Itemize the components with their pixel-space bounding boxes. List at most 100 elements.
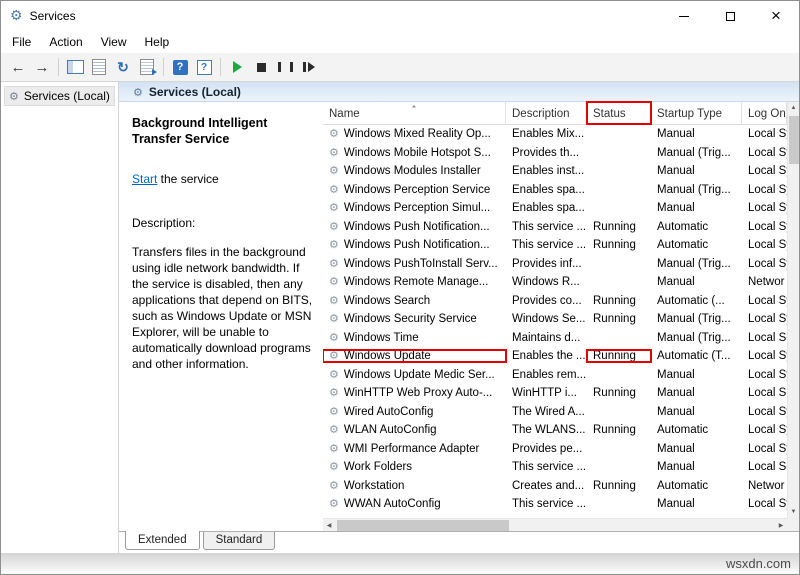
menu-file[interactable]: File xyxy=(3,32,40,52)
scroll-down-icon[interactable]: ▼ xyxy=(788,506,799,518)
help-icon[interactable] xyxy=(168,56,192,79)
tab-extended[interactable]: Extended xyxy=(125,531,200,550)
service-logon-cell: Local Sy xyxy=(748,442,787,455)
service-status-cell: Running xyxy=(593,479,636,492)
service-name-cell: Windows Search xyxy=(323,295,506,307)
service-gear-icon xyxy=(329,165,339,177)
horizontal-scrollbar-thumb[interactable] xyxy=(337,520,509,531)
toolbar-separator xyxy=(163,58,164,76)
horizontal-scrollbar[interactable]: ◀ ▶ xyxy=(323,518,787,531)
context-help-icon[interactable] xyxy=(192,56,216,79)
service-description-cell: Enables rem... xyxy=(512,368,587,381)
service-startup-cell: Manual (Trig... xyxy=(657,183,731,196)
table-row[interactable]: Windows Update Medic Ser... Enables rem..… xyxy=(323,366,787,385)
start-service-icon[interactable] xyxy=(225,56,249,79)
service-logon-cell: Local Sy xyxy=(748,239,787,252)
pane-gear-icon xyxy=(133,85,143,99)
service-name-cell: Windows Perception Simul... xyxy=(323,202,506,214)
toolbar xyxy=(1,53,799,82)
table-row[interactable]: WMI Performance Adapter Provides pe... Man… xyxy=(323,440,787,459)
table-row[interactable]: Windows Modules Installer Enables inst...… xyxy=(323,162,787,181)
scroll-up-icon[interactable]: ▲ xyxy=(788,102,799,114)
table-row[interactable]: Workstation Creates and... Running Automati… xyxy=(323,477,787,496)
minimize-button[interactable] xyxy=(661,1,707,31)
table-header-row: ▲ Name Description Status Startup Type Log On xyxy=(323,101,787,125)
service-gear-icon xyxy=(329,443,339,455)
refresh-icon[interactable] xyxy=(111,56,135,79)
service-gear-icon xyxy=(329,276,339,288)
service-name-label: WLAN AutoConfig xyxy=(343,424,437,437)
show-console-tree-icon[interactable] xyxy=(63,56,87,79)
close-button[interactable] xyxy=(753,1,799,31)
export-list-icon[interactable] xyxy=(135,56,159,79)
table-row[interactable]: Windows Push Notification... This service… xyxy=(323,236,787,255)
column-header-label: Startup Type xyxy=(657,108,722,120)
column-header-log-on[interactable]: Log On xyxy=(742,102,787,124)
table-row[interactable]: Windows Search Provides co... Running Autom… xyxy=(323,292,787,311)
column-header-name[interactable]: ▲ Name xyxy=(323,102,506,124)
table-row[interactable]: Wired AutoConfig The Wired A... Manual Loca… xyxy=(323,403,787,422)
tree-item-services-local[interactable]: Services (Local) xyxy=(4,86,115,106)
table-row[interactable]: Windows Remote Manage... Windows R... Manu… xyxy=(323,273,787,292)
column-header-startup-type[interactable]: Startup Type xyxy=(651,102,742,124)
column-header-description[interactable]: Description xyxy=(506,102,587,124)
menu-help[interactable]: Help xyxy=(136,32,179,52)
table-row[interactable]: WLAN AutoConfig The WLANS... Running Automa… xyxy=(323,421,787,440)
table-row[interactable]: WinHTTP Web Proxy Auto-... WinHTTP i... Ru… xyxy=(323,384,787,403)
vertical-scrollbar-thumb[interactable] xyxy=(789,116,799,164)
service-description-cell: Enables spa... xyxy=(512,183,585,196)
service-startup-cell: Manual xyxy=(657,387,695,400)
menu-action[interactable]: Action xyxy=(40,32,91,52)
service-startup-cell: Manual xyxy=(657,368,695,381)
service-name-label: Windows Perception Simul... xyxy=(343,202,491,215)
tab-standard[interactable]: Standard xyxy=(202,532,276,550)
forward-icon[interactable] xyxy=(30,56,54,79)
table-row[interactable]: Windows Mobile Hotspot S... Provides th..… xyxy=(323,144,787,163)
service-description-cell: This service ... xyxy=(512,220,587,233)
table-row[interactable]: WWAN AutoConfig This service ... Manual Loc… xyxy=(323,495,787,514)
scroll-right-icon[interactable]: ▶ xyxy=(775,519,787,531)
column-header-status[interactable]: Status xyxy=(586,101,652,125)
service-name-cell: Windows Push Notification... xyxy=(323,221,506,233)
table-row[interactable]: Windows Update Enables the ...Running Auto… xyxy=(323,347,787,366)
table-row[interactable]: Work Folders This service ... Manual Local … xyxy=(323,458,787,477)
stop-service-icon[interactable] xyxy=(249,56,273,79)
service-gear-icon xyxy=(329,369,339,381)
column-header-label: Log On xyxy=(748,108,786,120)
table-row[interactable]: Windows Push Notification... This service… xyxy=(323,218,787,237)
table-row[interactable]: Windows Mixed Reality Op... Enables Mix..… xyxy=(323,125,787,144)
scroll-left-icon[interactable]: ◀ xyxy=(323,519,335,531)
table-row[interactable]: Windows Security Service Windows Se... Run… xyxy=(323,310,787,329)
back-icon[interactable] xyxy=(6,56,30,79)
table-row[interactable]: Windows Perception Service Enables spa...… xyxy=(323,181,787,200)
service-startup-cell: Automatic xyxy=(657,220,709,233)
service-gear-icon xyxy=(329,480,339,492)
service-name-cell: WMI Performance Adapter xyxy=(323,443,506,455)
description-text: Transfers files in the background using … xyxy=(132,244,313,372)
menu-view[interactable]: View xyxy=(92,32,136,52)
restart-service-icon[interactable] xyxy=(297,56,321,79)
service-gear-icon xyxy=(329,239,339,251)
service-startup-cell: Automatic xyxy=(657,239,709,252)
service-logon-cell: Local Sy xyxy=(748,165,787,178)
vertical-scrollbar[interactable]: ▲ ▼ xyxy=(787,102,799,518)
service-name-cell: Windows Update Medic Ser... xyxy=(323,369,506,381)
table-row[interactable]: Windows Perception Simul... Enables spa..… xyxy=(323,199,787,218)
service-startup-cell: Manual xyxy=(657,498,695,511)
pause-service-icon[interactable] xyxy=(273,56,297,79)
service-description-cell: Provides inf... xyxy=(512,257,582,270)
service-startup-cell: Automatic (T... xyxy=(657,350,731,363)
close-icon xyxy=(771,7,781,26)
start-service-link[interactable]: Start xyxy=(132,172,157,186)
minimize-icon xyxy=(679,15,689,17)
service-logon-cell: Local Sy xyxy=(748,220,787,233)
properties-list-icon[interactable] xyxy=(87,56,111,79)
service-name-label: Workstation xyxy=(343,479,405,492)
window-title: Services xyxy=(29,9,76,23)
service-gear-icon xyxy=(329,387,339,399)
service-name-label: WMI Performance Adapter xyxy=(343,442,480,455)
table-row[interactable]: Windows Time Maintains d... Manual (Trig..… xyxy=(323,329,787,348)
table-row[interactable]: Windows PushToInstall Serv... Provides in… xyxy=(323,255,787,274)
maximize-button[interactable] xyxy=(707,1,753,31)
service-name-cell: Workstation xyxy=(323,480,506,492)
